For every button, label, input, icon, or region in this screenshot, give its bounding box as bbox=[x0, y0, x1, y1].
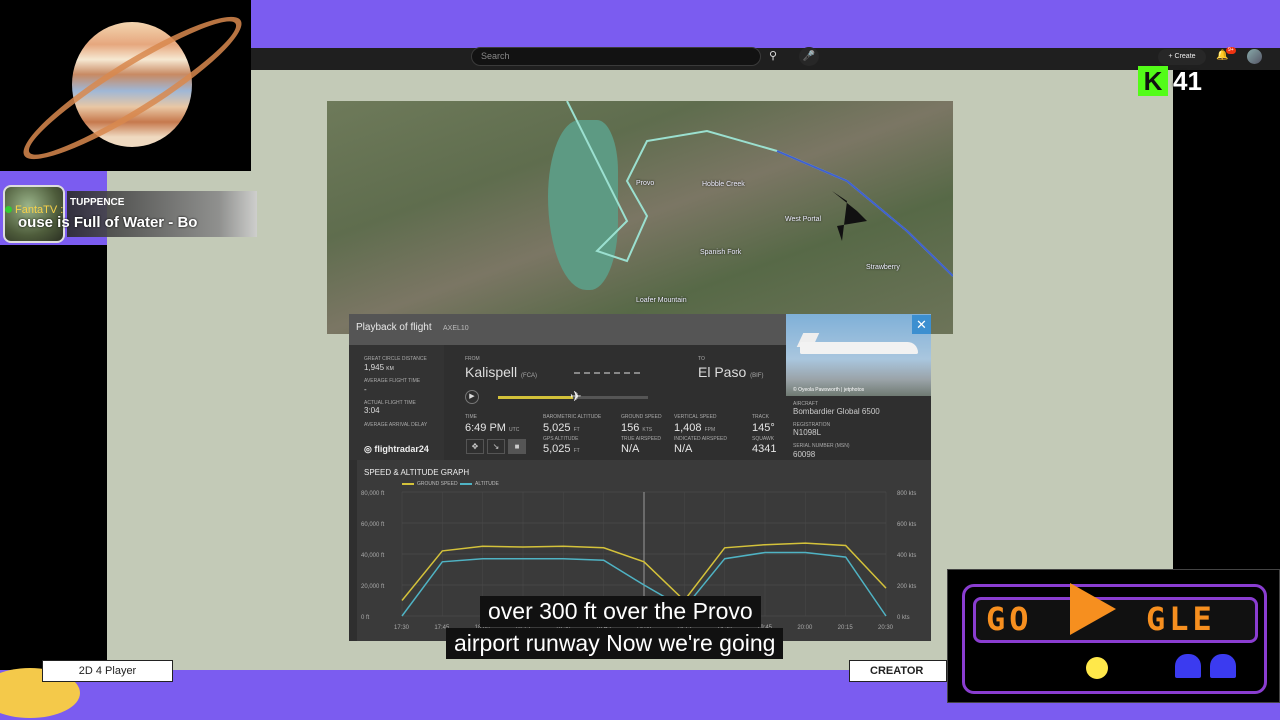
x-tick-label: 17:30 bbox=[394, 625, 410, 631]
map-label-hobble-creek: Hobble Creek bbox=[702, 181, 745, 188]
avg-time-value: - bbox=[364, 385, 367, 394]
arrival-delay-label: AVERAGE ARRIVAL DELAY bbox=[364, 422, 428, 428]
y-right-tick-label: 400 kts bbox=[897, 553, 916, 559]
close-button[interactable]: ✕ bbox=[912, 315, 931, 334]
alert-message: ouse is Full of Water - Bo bbox=[18, 214, 198, 231]
indicated-airspeed-label: INDICATED AIRSPEED bbox=[674, 436, 727, 442]
alert-username: TUPPENCE bbox=[70, 197, 125, 208]
y-right-tick-label: 200 kts bbox=[897, 584, 916, 590]
webcam-planet bbox=[0, 0, 251, 171]
game-text-left: GO bbox=[986, 600, 1033, 638]
map-label-strawberry: Strawberry bbox=[866, 264, 900, 271]
subtitle-line-1: over 300 ft over the Provo bbox=[480, 596, 761, 627]
y-right-tick-label: 600 kts bbox=[897, 522, 916, 528]
serial-label: SERIAL NUMBER (MSN) bbox=[793, 443, 850, 449]
avatar[interactable] bbox=[1247, 49, 1262, 64]
search-input[interactable]: Search bbox=[471, 47, 761, 66]
viewer-count: 41 bbox=[1173, 66, 1202, 96]
vertical-speed-label: VERTICAL SPEED bbox=[674, 414, 717, 420]
squawk-value: 4341 bbox=[752, 443, 777, 455]
y-left-tick-label: 0 ft bbox=[361, 615, 370, 621]
track-value: 145° bbox=[752, 422, 775, 434]
aircraft-value: Bombardier Global 6500 bbox=[793, 407, 880, 416]
to-city: El Paso (BIF) bbox=[698, 364, 764, 380]
cockpit-view-icon[interactable]: ■ bbox=[508, 439, 526, 454]
route-arrow-icon bbox=[574, 372, 640, 374]
game-text-right: GLE bbox=[1146, 600, 1216, 638]
aircraft-photo bbox=[786, 314, 931, 396]
left-panel bbox=[0, 245, 107, 720]
from-label: FROM bbox=[465, 356, 480, 362]
ground-speed-label: GROUND SPEED bbox=[621, 414, 662, 420]
gps-alt-label: GPS ALTITUDE bbox=[543, 436, 579, 442]
from-city: Kalispell (FCA) bbox=[465, 364, 538, 380]
map-label-provo: Provo bbox=[636, 180, 655, 187]
plane-body bbox=[800, 342, 918, 354]
true-airspeed-value: N/A bbox=[621, 443, 640, 455]
y-left-tick-label: 60,000 ft bbox=[361, 522, 385, 528]
plane-icon[interactable]: ✈ bbox=[570, 388, 582, 405]
game-play-icon bbox=[1070, 583, 1116, 635]
y-right-tick-label: 800 kts bbox=[897, 491, 916, 497]
flight-code: AXEL10 bbox=[443, 325, 469, 332]
route-view-icon[interactable]: ↘ bbox=[487, 439, 505, 454]
x-tick-label: 20:15 bbox=[838, 625, 854, 631]
distance-value: 1,945 KM bbox=[364, 363, 394, 372]
kick-viewer-counter: K 41 bbox=[1133, 62, 1213, 100]
x-tick-label: 20:30 bbox=[878, 625, 894, 631]
bottom-right-tag: CREATOR bbox=[849, 660, 947, 682]
search-icon[interactable]: ⚲ bbox=[762, 47, 784, 66]
true-airspeed-label: TRUE AIRSPEED bbox=[621, 436, 662, 442]
track-label: TRACK bbox=[752, 414, 769, 420]
right-panel bbox=[1173, 70, 1280, 570]
play-button[interactable]: ▶ bbox=[465, 390, 479, 404]
bottom-left-tag: 2D 4 Player bbox=[42, 660, 173, 682]
photo-credit: © Oyeola Pawsworth | jetphotos bbox=[793, 387, 865, 393]
squawk-label: SQUAWK bbox=[752, 436, 775, 442]
subtitle-line-2: airport runway Now we're going bbox=[446, 628, 784, 659]
y-left-tick-label: 80,000 ft bbox=[361, 491, 385, 497]
legend-swatch-ground-speed bbox=[402, 482, 414, 485]
distance-label: GREAT CIRCLE DISTANCE bbox=[364, 356, 427, 362]
ghost-icon bbox=[1175, 654, 1201, 678]
ghost-icon bbox=[1210, 654, 1236, 678]
notification-badge: 9+ bbox=[1226, 47, 1236, 54]
playback-title: Playback of flight bbox=[356, 322, 432, 333]
ground-speed-value: 156 KTS bbox=[621, 422, 653, 434]
indicated-airspeed-value: N/A bbox=[674, 443, 693, 455]
map-label-loafer-mountain: Loafer Mountain bbox=[636, 297, 687, 304]
actual-time-value: 3:04 bbox=[364, 406, 380, 415]
pacman-icon bbox=[1086, 657, 1108, 679]
vertical-speed-value: 1,408 FPM bbox=[674, 422, 716, 434]
baro-alt-label: BAROMETRIC ALTITUDE bbox=[543, 414, 602, 420]
y-left-tick-label: 40,000 ft bbox=[361, 553, 385, 559]
registration-value: N1098L bbox=[793, 428, 822, 437]
map-label-spanish-fork: Spanish Fork bbox=[700, 249, 742, 256]
baro-alt-value: 5,025 FT bbox=[543, 422, 580, 434]
map-label-west-portal: West Portal bbox=[785, 216, 822, 223]
progress-fill bbox=[498, 396, 573, 399]
legend-swatch-altitude bbox=[460, 482, 472, 485]
online-dot-icon bbox=[5, 206, 12, 213]
gps-alt-value: 5,025 FT bbox=[543, 443, 580, 455]
fullscreen-icon[interactable]: ✥ bbox=[466, 439, 484, 454]
time-label: TIME bbox=[465, 414, 477, 420]
flightradar-logo: ◎ flightradar24 bbox=[364, 444, 429, 454]
avg-time-label: AVERAGE FLIGHT TIME bbox=[364, 378, 421, 384]
kick-logo-icon: K bbox=[1138, 66, 1168, 96]
y-left-tick-label: 20,000 ft bbox=[361, 584, 385, 590]
graph-title: SPEED & ALTITUDE GRAPH bbox=[364, 468, 470, 477]
y-right-tick-label: 0 kts bbox=[897, 615, 910, 621]
x-tick-label: 20:00 bbox=[797, 625, 813, 631]
to-label: TO bbox=[698, 356, 705, 362]
time-value: 6:49 PM UTC bbox=[465, 422, 520, 434]
mic-icon[interactable]: 🎤 bbox=[799, 47, 819, 66]
serial-value: 60098 bbox=[793, 450, 816, 459]
